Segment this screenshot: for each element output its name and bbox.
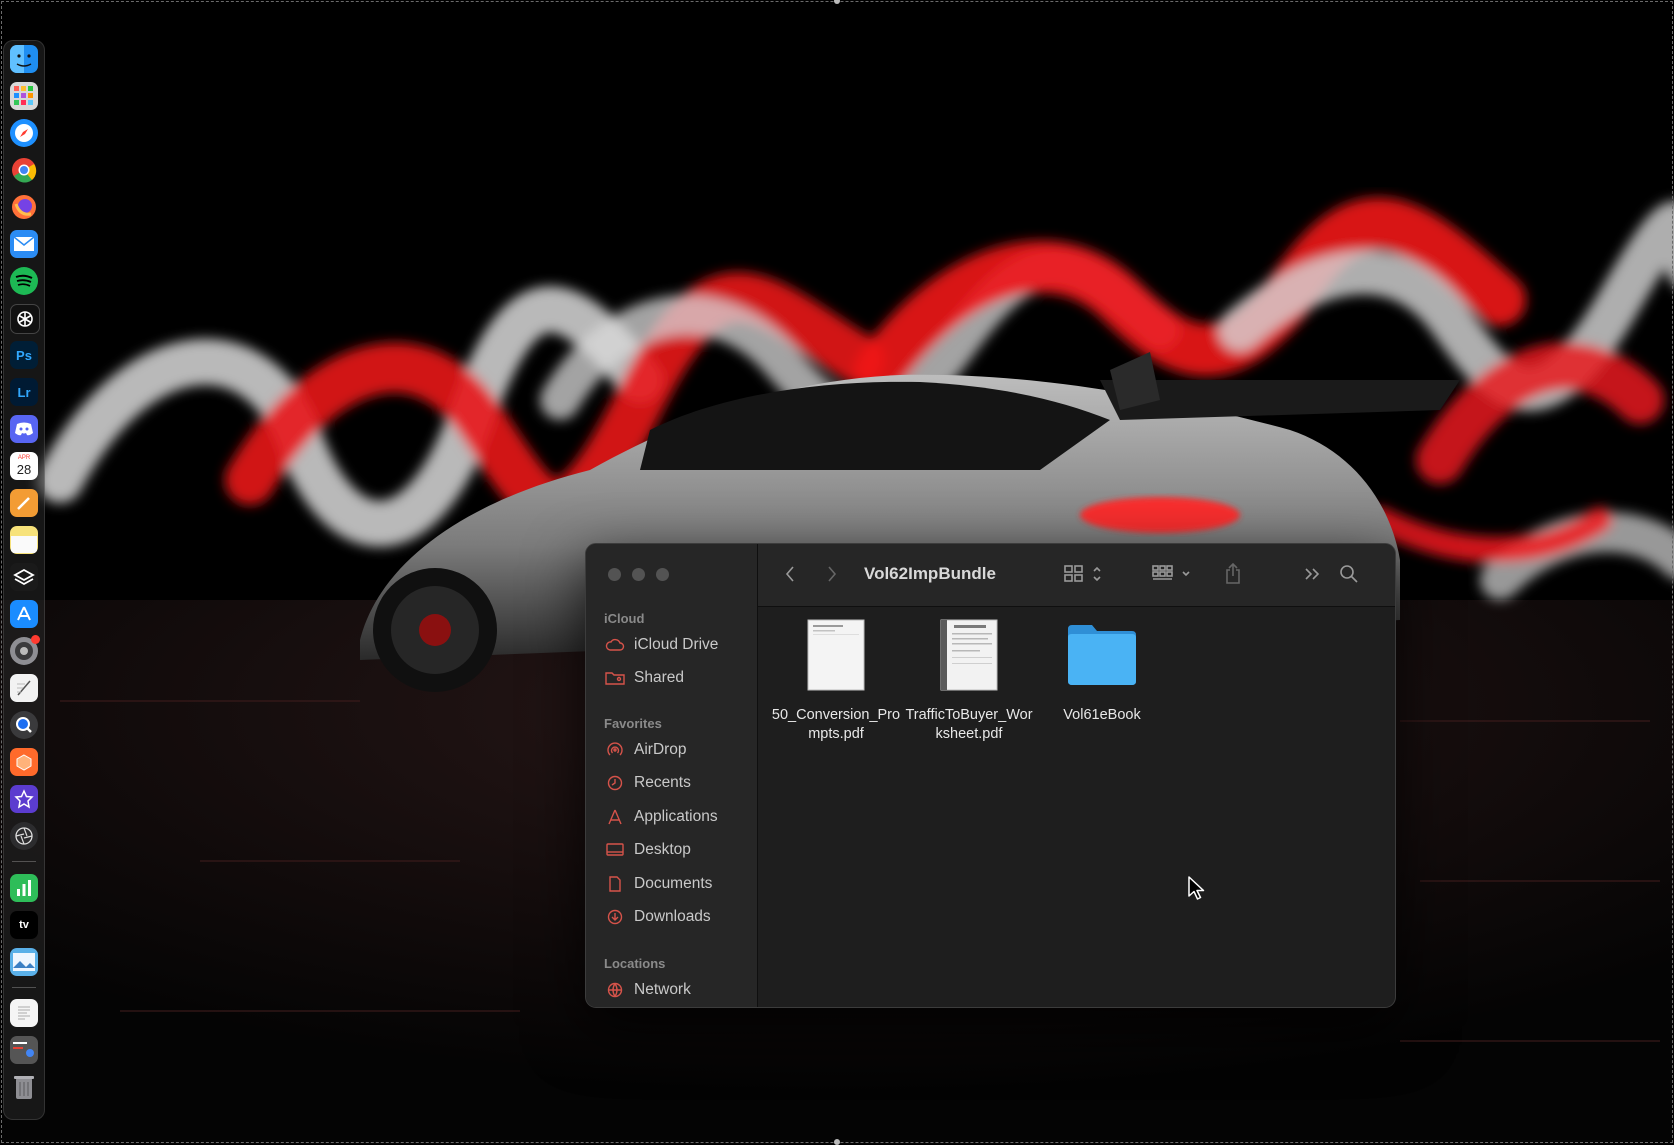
finder-toolbar: Vol62ImpBundle (758, 544, 1395, 607)
recent-stack-icon[interactable] (10, 1036, 38, 1064)
file-name: Vol61eBook (1063, 707, 1141, 723)
clock-icon (604, 775, 626, 791)
sidebar-header-icloud: iCloud (604, 611, 645, 626)
cloud-icon (604, 637, 626, 653)
layers-app-icon[interactable] (10, 563, 38, 591)
sidebar-item-label: Recents (634, 774, 691, 791)
folder-icon (1068, 625, 1136, 685)
photoshop-icon[interactable]: Ps (10, 341, 38, 369)
network-icon (604, 982, 626, 998)
sidebar-item-airdrop[interactable]: AirDrop (604, 737, 749, 763)
numbers-icon[interactable] (10, 874, 38, 902)
sidebar-item-label: Shared (634, 669, 684, 686)
applications-icon (604, 809, 626, 825)
app-store-icon[interactable] (10, 600, 38, 628)
sidebar-header-locations: Locations (604, 956, 666, 971)
grid-view-icon (1064, 565, 1101, 582)
sidebar-item-applications[interactable]: Applications (604, 804, 749, 830)
finder-sidebar: iCloud iCloud Drive Shared Favorites Air… (586, 544, 758, 1007)
notes-icon[interactable] (10, 526, 38, 554)
system-settings-icon[interactable] (10, 635, 40, 665)
back-button[interactable] (778, 562, 802, 586)
sidebar-item-label: Network (634, 981, 691, 998)
discord-icon[interactable] (10, 415, 38, 443)
sidebar-header-favorites: Favorites (604, 716, 662, 731)
sidebar-item-desktop[interactable]: Desktop (604, 837, 749, 863)
chevron-right-icon (828, 566, 837, 582)
pdf-thumbnail (807, 619, 865, 691)
cube-app-icon[interactable] (10, 748, 38, 776)
minimize-button[interactable] (632, 568, 645, 581)
file-item-pdf[interactable]: 50_Conversion_Prompts.pdf (771, 619, 901, 744)
share-button[interactable] (1220, 560, 1246, 588)
sidebar-item-label: Desktop (634, 841, 691, 858)
aperture-app-icon[interactable] (10, 822, 38, 850)
calendar-icon[interactable]: APR 28 (10, 452, 38, 480)
folder-item[interactable]: Vol61eBook (1037, 619, 1167, 725)
desktop-icon (604, 842, 626, 858)
firefox-icon[interactable] (10, 193, 38, 221)
more-toolbar-button[interactable] (1300, 562, 1324, 586)
document-icon (604, 876, 626, 892)
mail-icon[interactable] (10, 230, 38, 258)
pages-icon[interactable] (10, 489, 38, 517)
safari-icon[interactable] (10, 119, 38, 147)
textedit-icon[interactable] (10, 674, 38, 702)
sidebar-item-downloads[interactable]: Downloads (604, 904, 749, 930)
window-title: Vol62ImpBundle (864, 564, 996, 583)
sidebar-item-documents[interactable]: Documents (604, 871, 749, 897)
preview-icon[interactable] (10, 948, 38, 976)
notification-badge (31, 635, 40, 644)
download-icon (604, 909, 626, 925)
imovie-icon[interactable] (10, 785, 38, 813)
file-name: TrafficToBuyer_Worksheet.pdf (905, 707, 1033, 742)
chevron-left-icon (785, 566, 794, 582)
chrome-icon[interactable] (10, 156, 38, 184)
share-icon (1226, 563, 1240, 584)
dock-separator (12, 861, 36, 862)
zoom-button[interactable] (656, 568, 669, 581)
sidebar-item-network[interactable]: Network (604, 977, 749, 1003)
pdf-thumbnail (940, 619, 998, 691)
mouse-cursor-icon (1188, 876, 1205, 900)
sidebar-item-label: Documents (634, 875, 713, 892)
dock-separator (12, 987, 36, 988)
launchpad-icon[interactable] (10, 82, 38, 110)
apple-tv-icon[interactable]: tv (10, 911, 38, 939)
forward-button[interactable] (820, 562, 844, 586)
quicktime-icon[interactable] (10, 711, 38, 739)
spotify-icon[interactable] (10, 267, 38, 295)
lightroom-icon[interactable]: Lr (10, 378, 38, 406)
shared-folder-icon (604, 670, 626, 686)
search-icon (1340, 565, 1358, 583)
document-icon[interactable] (10, 999, 38, 1027)
selection-handle-bottom[interactable] (834, 1139, 840, 1145)
sidebar-item-label: Downloads (634, 908, 711, 925)
airdrop-icon (604, 742, 626, 758)
sidebar-item-icloud-drive[interactable]: iCloud Drive (604, 632, 749, 658)
finder-icon[interactable] (10, 45, 38, 73)
group-by-button[interactable] (1149, 560, 1197, 588)
search-button[interactable] (1336, 560, 1362, 588)
double-chevron-right-icon (1305, 568, 1320, 580)
dock: Ps Lr APR 28 tv (3, 40, 45, 1120)
sidebar-item-recents[interactable]: Recents (604, 770, 749, 796)
file-item-pdf[interactable]: TrafficToBuyer_Worksheet.pdf (904, 619, 1034, 744)
view-options-button[interactable] (1062, 560, 1108, 588)
sidebar-item-label: Applications (634, 808, 718, 825)
chatgpt-icon[interactable] (10, 304, 40, 334)
close-button[interactable] (608, 568, 621, 581)
group-by-icon (1152, 565, 1190, 580)
sidebar-item-label: AirDrop (634, 741, 687, 758)
sidebar-item-label: iCloud Drive (634, 636, 719, 653)
apple-tv-label: tv (19, 919, 29, 931)
finder-window: iCloud iCloud Drive Shared Favorites Air… (585, 543, 1396, 1008)
trash-icon[interactable] (10, 1073, 38, 1101)
file-name: 50_Conversion_Prompts.pdf (771, 707, 901, 742)
sidebar-item-shared[interactable]: Shared (604, 665, 749, 691)
